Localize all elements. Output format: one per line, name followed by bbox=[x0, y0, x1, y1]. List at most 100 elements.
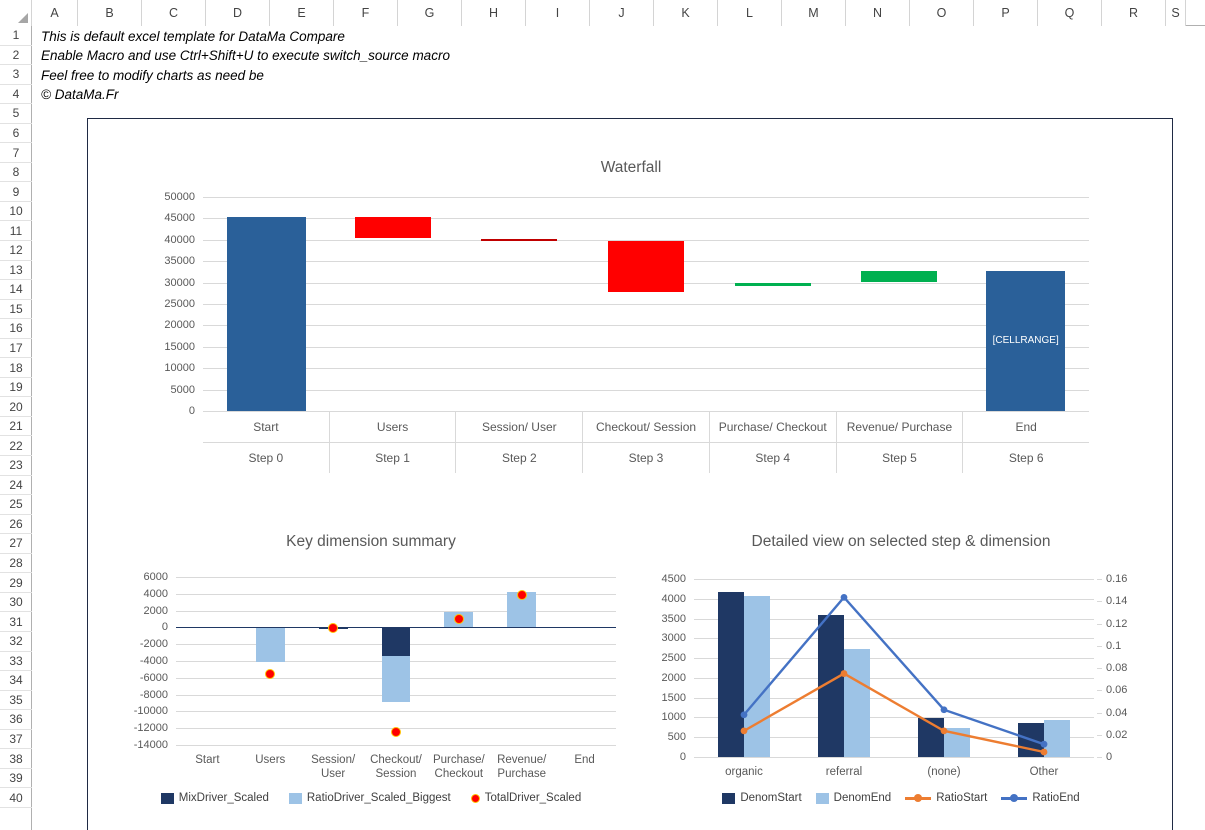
row-header-20[interactable]: 20 bbox=[0, 397, 32, 417]
legend-item[interactable]: DenomStart bbox=[722, 792, 802, 804]
legend-item[interactable]: DenomEnd bbox=[815, 792, 891, 804]
waterfall-y-tick: 35000 bbox=[164, 255, 195, 268]
column-header-m[interactable]: M bbox=[782, 0, 846, 26]
detailed-view-line-marker[interactable] bbox=[840, 670, 848, 677]
detailed-view-line[interactable] bbox=[743, 595, 1045, 746]
row-header-36[interactable]: 36 bbox=[0, 710, 32, 730]
column-header-f[interactable]: F bbox=[334, 0, 398, 26]
column-header-o[interactable]: O bbox=[910, 0, 974, 26]
column-header-a[interactable]: A bbox=[32, 0, 78, 26]
charts-container[interactable]: Waterfall 0 5000 10000 15000 20000 25000 30000… bbox=[87, 118, 1173, 830]
row-header-30[interactable]: 30 bbox=[0, 593, 32, 613]
row-header-27[interactable]: 27 bbox=[0, 534, 32, 554]
row-header-10[interactable]: 10 bbox=[0, 202, 32, 222]
row-header-9[interactable]: 9 bbox=[0, 182, 32, 202]
column-header-k[interactable]: K bbox=[654, 0, 718, 26]
row-header-14[interactable]: 14 bbox=[0, 280, 32, 300]
key-dimension-total-marker[interactable] bbox=[265, 668, 276, 679]
column-header-r[interactable]: R bbox=[1102, 0, 1166, 26]
waterfall-bar[interactable]: [CELLRANGE] bbox=[986, 271, 1065, 411]
row-header-25[interactable]: 25 bbox=[0, 495, 32, 515]
detailed-view-line-marker[interactable] bbox=[840, 593, 848, 601]
row-header-33[interactable]: 33 bbox=[0, 652, 32, 672]
row-header-1[interactable]: 1 bbox=[0, 26, 32, 46]
column-header-b[interactable]: B bbox=[78, 0, 142, 26]
detailed-view-chart[interactable]: Detailed view on selected step & dimensi… bbox=[636, 517, 1166, 827]
column-header-l[interactable]: L bbox=[718, 0, 782, 26]
legend-item[interactable]: MixDriver_Scaled bbox=[160, 792, 269, 804]
waterfall-bar[interactable] bbox=[608, 241, 684, 292]
key-dimension-ratio-bar[interactable] bbox=[381, 655, 411, 702]
row-header-39[interactable]: 39 bbox=[0, 769, 32, 789]
detailed-view-legend[interactable]: DenomStart DenomEnd RatioStart RatioEnd bbox=[636, 792, 1166, 804]
column-header-c[interactable]: C bbox=[142, 0, 206, 26]
row-header-32[interactable]: 32 bbox=[0, 632, 32, 652]
row-header-29[interactable]: 29 bbox=[0, 573, 32, 593]
row-header-22[interactable]: 22 bbox=[0, 436, 32, 457]
row-header-21[interactable]: 21 bbox=[0, 417, 32, 437]
key-dimension-ratio-bar[interactable] bbox=[255, 627, 285, 662]
row-header-5[interactable]: 5 bbox=[0, 104, 32, 124]
row-header-40[interactable]: 40 bbox=[0, 788, 32, 808]
row-header-16[interactable]: 16 bbox=[0, 319, 32, 339]
row-header-11[interactable]: 11 bbox=[0, 221, 32, 242]
row-header-37[interactable]: 37 bbox=[0, 730, 32, 750]
column-header-e[interactable]: E bbox=[270, 0, 334, 26]
key-dimension-total-marker[interactable] bbox=[328, 623, 339, 634]
row-header-35[interactable]: 35 bbox=[0, 691, 32, 711]
row-header-38[interactable]: 38 bbox=[0, 749, 32, 769]
waterfall-chart[interactable]: Waterfall 0 5000 10000 15000 20000 25000 30000… bbox=[88, 119, 1174, 489]
waterfall-bar[interactable] bbox=[227, 216, 306, 411]
detailed-view-line-marker[interactable] bbox=[940, 727, 948, 735]
column-header-i[interactable]: I bbox=[526, 0, 590, 26]
row-header-3[interactable]: 3 bbox=[0, 65, 32, 85]
row-header-26[interactable]: 26 bbox=[0, 515, 32, 535]
detailed-view-line[interactable] bbox=[743, 672, 1045, 754]
legend-item[interactable]: TotalDriver_Scaled bbox=[470, 792, 581, 804]
row-header-19[interactable]: 19 bbox=[0, 378, 32, 398]
key-dimension-legend[interactable]: MixDriver_Scaled RatioDriver_Scaled_Bigge… bbox=[106, 792, 636, 804]
column-header-p[interactable]: P bbox=[974, 0, 1038, 26]
detailed-view-line-marker[interactable] bbox=[1040, 740, 1048, 748]
column-header-n[interactable]: N bbox=[846, 0, 910, 26]
row-header-6[interactable]: 6 bbox=[0, 124, 32, 144]
row-header-15[interactable]: 15 bbox=[0, 300, 32, 320]
key-dimension-mix-bar[interactable] bbox=[381, 627, 411, 656]
waterfall-y-tick: 15000 bbox=[164, 340, 195, 353]
detailed-view-line-marker[interactable] bbox=[740, 711, 748, 719]
select-all-corner[interactable] bbox=[0, 0, 32, 26]
detailed-view-line-marker[interactable] bbox=[940, 706, 948, 714]
row-header-23[interactable]: 23 bbox=[0, 456, 32, 476]
row-header-4[interactable]: 4 bbox=[0, 85, 32, 105]
row-header-8[interactable]: 8 bbox=[0, 163, 32, 183]
legend-item[interactable]: RatioStart bbox=[905, 792, 987, 804]
waterfall-bar[interactable] bbox=[354, 216, 431, 238]
legend-item[interactable]: RatioEnd bbox=[1001, 792, 1080, 804]
detailed-view-line-marker[interactable] bbox=[740, 727, 748, 735]
key-dimension-total-marker[interactable] bbox=[391, 726, 401, 737]
row-header-31[interactable]: 31 bbox=[0, 612, 32, 632]
column-header-g[interactable]: G bbox=[398, 0, 462, 26]
column-header-j[interactable]: J bbox=[590, 0, 654, 26]
row-header-17[interactable]: 17 bbox=[0, 339, 32, 359]
row-header-7[interactable]: 7 bbox=[0, 143, 32, 163]
row-header-24[interactable]: 24 bbox=[0, 476, 32, 496]
column-header-q[interactable]: Q bbox=[1038, 0, 1102, 26]
waterfall-bar[interactable] bbox=[861, 271, 938, 282]
waterfall-bar[interactable] bbox=[734, 283, 811, 287]
detailed-view-line-marker[interactable] bbox=[1040, 748, 1048, 756]
waterfall-bar[interactable] bbox=[481, 238, 558, 241]
row-header-12[interactable]: 12 bbox=[0, 241, 32, 261]
row-header-18[interactable]: 18 bbox=[0, 358, 32, 378]
key-dimension-total-marker[interactable] bbox=[516, 590, 527, 601]
column-header-h[interactable]: H bbox=[462, 0, 526, 26]
row-header-34[interactable]: 34 bbox=[0, 671, 32, 691]
row-header-2[interactable]: 2 bbox=[0, 46, 32, 66]
column-header-s[interactable]: S bbox=[1166, 0, 1186, 26]
row-header-13[interactable]: 13 bbox=[0, 261, 32, 281]
row-header-28[interactable]: 28 bbox=[0, 554, 32, 574]
column-header-d[interactable]: D bbox=[206, 0, 270, 26]
key-dimension-total-marker[interactable] bbox=[453, 614, 464, 624]
key-dimension-summary-chart[interactable]: Key dimension summary 6000 4000 2000 0 -2000… bbox=[106, 517, 636, 827]
legend-item[interactable]: RatioDriver_Scaled_Biggest bbox=[288, 792, 451, 804]
